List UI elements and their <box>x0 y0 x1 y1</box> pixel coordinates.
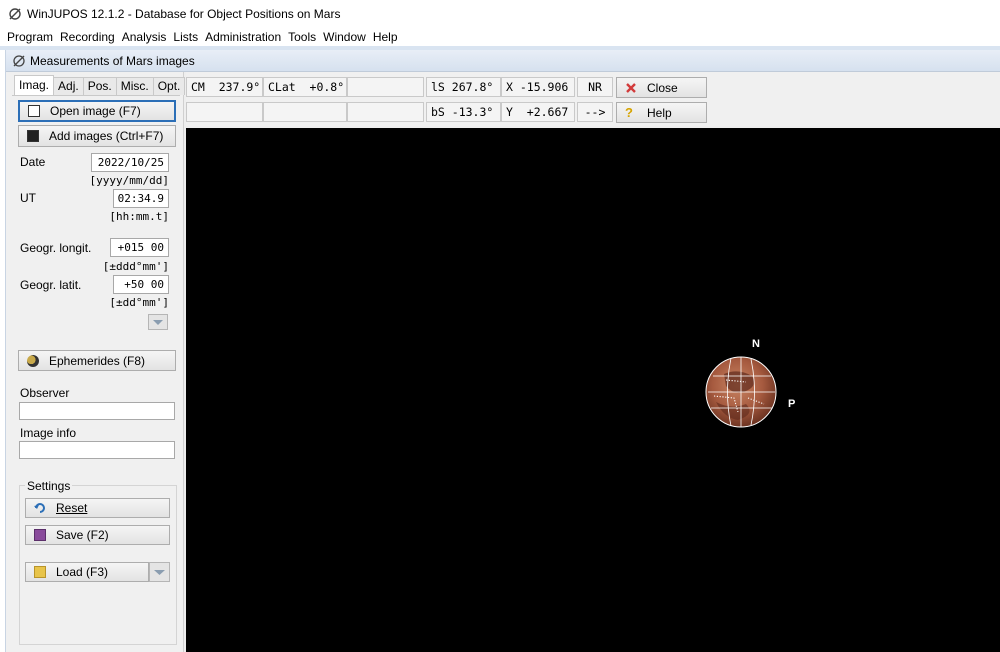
menu-lists[interactable]: Lists <box>170 30 201 44</box>
date-label: Date <box>20 155 46 169</box>
observer-field[interactable] <box>19 402 175 420</box>
chevron-down-icon <box>153 320 163 325</box>
empty-readout-1 <box>347 77 424 97</box>
empty-readout-3 <box>263 102 347 122</box>
image-info-label: Image info <box>20 426 77 440</box>
menu-recording[interactable]: Recording <box>57 30 118 44</box>
menu-window[interactable]: Window <box>320 30 369 44</box>
load-dropdown-button[interactable] <box>149 562 170 582</box>
arrow-readout: --> <box>577 102 613 122</box>
left-panel: Imag. Adj. Pos. Misc. Opt. Open image (F… <box>6 72 186 652</box>
tab-imag[interactable]: Imag. <box>14 75 55 95</box>
help-button[interactable]: ? Help <box>616 102 707 123</box>
tab-strip: Imag. Adj. Pos. Misc. Opt. <box>14 75 186 95</box>
ephemerides-button[interactable]: Ephemerides (F8) <box>18 350 176 371</box>
readout-toolbar: CM 237.9° CLat +0.8° lS 267.8° X -15.906… <box>186 72 1000 126</box>
mars-image-view: N P <box>705 338 795 428</box>
child-titlebar[interactable]: Measurements of Mars images <box>6 50 1000 72</box>
menu-tools[interactable]: Tools <box>285 30 319 44</box>
nr-readout: NR <box>577 77 613 97</box>
latitude-label: Geogr. latit. <box>20 278 82 292</box>
y-readout: Y +2.667 <box>501 102 575 122</box>
moon-phase-icon <box>27 354 39 367</box>
menu-program[interactable]: Program <box>4 30 56 44</box>
menu-bar: Program Recording Analysis Lists Adminis… <box>0 28 1000 46</box>
empty-readout-2 <box>186 102 263 122</box>
tab-pos[interactable]: Pos. <box>82 77 117 95</box>
close-button[interactable]: Close <box>616 77 707 98</box>
help-icon: ? <box>625 104 633 120</box>
child-window-icon <box>13 54 25 67</box>
tab-misc[interactable]: Misc. <box>115 77 154 95</box>
ut-label: UT <box>20 191 36 205</box>
date-format-hint: [yyyy/mm/dd] <box>89 174 169 187</box>
chevron-down-icon <box>154 570 165 575</box>
tab-divider <box>12 95 180 96</box>
longitude-format-hint: [±ddd°mm'] <box>102 260 169 273</box>
child-title: Measurements of Mars images <box>30 53 195 68</box>
north-label: N <box>752 338 760 350</box>
empty-readout-4 <box>347 102 424 122</box>
mars-disk <box>705 356 777 428</box>
save-button[interactable]: Save (F2) <box>25 525 170 545</box>
app-titlebar: WinJUPOS 12.1.2 - Database for Object Po… <box>0 0 1000 28</box>
measurements-window: Measurements of Mars images Imag. Adj. P… <box>5 50 1000 652</box>
reset-button[interactable]: Reset <box>25 498 170 518</box>
menu-administration[interactable]: Administration <box>202 30 284 44</box>
floppy-disk-icon <box>34 529 46 541</box>
folder-icon <box>34 566 46 578</box>
menu-help[interactable]: Help <box>370 30 401 44</box>
open-image-button[interactable]: Open image (F7) <box>18 100 176 122</box>
add-images-button[interactable]: Add images (Ctrl+F7) <box>18 125 176 147</box>
undo-icon <box>34 502 46 514</box>
tab-opt[interactable]: Opt. <box>152 77 186 95</box>
longitude-field[interactable]: +015 00 <box>110 238 169 257</box>
images-icon <box>27 130 39 142</box>
close-icon <box>625 82 637 94</box>
settings-label: Settings <box>25 479 73 493</box>
observer-label: Observer <box>20 386 70 400</box>
tab-adj[interactable]: Adj. <box>53 77 84 95</box>
load-button[interactable]: Load (F3) <box>25 562 149 582</box>
location-dropdown-button[interactable] <box>148 314 168 330</box>
cm-readout: CM 237.9° <box>186 77 263 97</box>
p-label: P <box>788 398 795 410</box>
latitude-field[interactable]: +50 00 <box>113 275 169 294</box>
latitude-format-hint: [±dd°mm'] <box>109 296 169 309</box>
bs-readout: bS -13.3° <box>426 102 501 122</box>
ut-field[interactable]: 02:34.9 <box>113 189 169 208</box>
clat-readout: CLat +0.8° <box>263 77 347 97</box>
image-icon <box>28 105 40 117</box>
menu-analysis[interactable]: Analysis <box>119 30 170 44</box>
ls-readout: lS 267.8° <box>426 77 501 97</box>
x-readout: X -15.906 <box>501 77 575 97</box>
image-canvas[interactable]: N P <box>186 128 1000 652</box>
longitude-label: Geogr. longit. <box>20 241 92 255</box>
ut-format-hint: [hh:mm.t] <box>109 210 169 223</box>
app-logo-icon <box>9 8 21 20</box>
date-field[interactable]: 2022/10/25 <box>91 153 169 172</box>
app-title: WinJUPOS 12.1.2 - Database for Object Po… <box>27 7 341 21</box>
image-info-field[interactable] <box>19 441 175 459</box>
